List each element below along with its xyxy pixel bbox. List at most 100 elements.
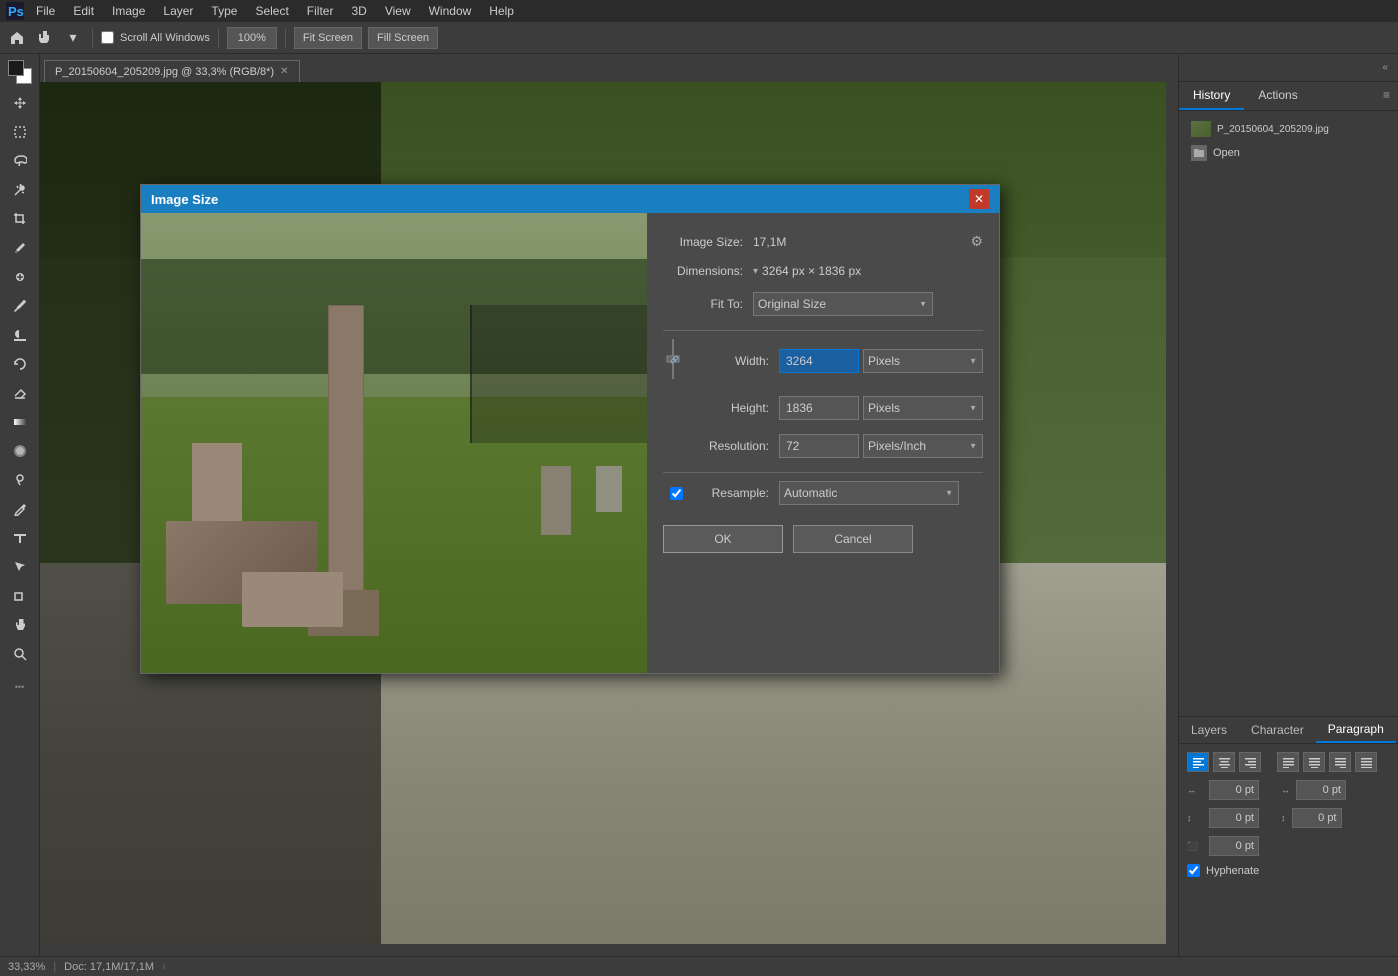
hyphenate-checkbox[interactable] [1187,864,1200,877]
lasso-tool[interactable] [6,147,34,175]
blur-tool[interactable] [6,437,34,465]
dialog-titlebar: Image Size ✕ [141,185,999,213]
link-icon: 🔗 [663,339,683,379]
height-unit-select[interactable]: Pixels Inches Centimeters [863,396,983,420]
tab-actions[interactable]: Actions [1244,82,1311,110]
separator-1 [663,330,983,331]
history-open-entry[interactable]: Open [1185,141,1392,165]
dimensions-label: Dimensions: [663,264,753,278]
crop-tool[interactable] [6,205,34,233]
height-input[interactable] [779,396,859,420]
resolution-unit-select[interactable]: Pixels/Inch Pixels/Centimeter [863,434,983,458]
menu-filter[interactable]: Filter [299,2,342,20]
home-icon[interactable] [6,27,28,49]
menu-file[interactable]: File [28,2,63,20]
zoom-input[interactable] [227,27,277,49]
dialog-footer: OK Cancel [663,525,983,553]
status-sep: | [53,961,56,973]
fit-to-select[interactable]: Original Size View Custom [753,292,933,316]
ok-button[interactable]: OK [663,525,783,553]
tool-options-arrow[interactable]: ▾ [62,27,84,49]
align-center-btn[interactable] [1213,752,1235,772]
history-panel-content: P_20150604_205209.jpg Open [1179,111,1398,716]
menu-layer[interactable]: Layer [155,2,201,20]
menu-window[interactable]: Window [421,2,480,20]
path-select-tool[interactable] [6,553,34,581]
settings-gear-icon[interactable]: ⚙ [970,233,983,250]
dodge-tool[interactable] [6,466,34,494]
ground-stones-2 [242,572,343,627]
stone-right-2 [596,466,621,512]
menu-image[interactable]: Image [104,2,153,20]
menu-select[interactable]: Select [247,2,296,20]
space-before-input[interactable] [1209,808,1259,828]
indent-right-input[interactable] [1296,780,1346,800]
move-tool[interactable] [6,89,34,117]
status-doc-info: Doc: 17,1M/17,1M [64,961,154,973]
healing-tool[interactable] [6,263,34,291]
tab-character[interactable]: Character [1239,718,1316,742]
canvas-tab-close[interactable]: ✕ [280,66,288,77]
tab-paragraph[interactable]: Paragraph [1316,717,1396,743]
brush-tool[interactable] [6,292,34,320]
history-panel-menu[interactable]: ≡ [1375,82,1398,110]
history-filename: P_20150604_205209.jpg [1217,124,1329,135]
history-brush-tool[interactable] [6,350,34,378]
justify-all-btn[interactable] [1355,752,1377,772]
dimensions-arrow[interactable]: ▾ [753,266,758,277]
stamp-tool[interactable] [6,321,34,349]
resolution-input[interactable] [779,434,859,458]
menu-type[interactable]: Type [203,2,245,20]
scrollbar-vertical[interactable] [1166,82,1178,956]
hyphenate-row: Hyphenate [1187,864,1390,877]
align-right-btn[interactable] [1239,752,1261,772]
zoom-tool[interactable] [6,640,34,668]
cancel-button[interactable]: Cancel [793,525,913,553]
text-tool[interactable] [6,524,34,552]
gradient-tool[interactable] [6,408,34,436]
align-left-btn[interactable] [1187,752,1209,772]
justify-right-btn[interactable] [1329,752,1351,772]
dialog-close-button[interactable]: ✕ [969,189,989,209]
menu-edit[interactable]: Edit [65,2,102,20]
indent-left-icon: ↔ [1187,785,1203,795]
magic-wand-tool[interactable] [6,176,34,204]
panel-collapse-left[interactable]: « [1378,60,1392,75]
width-unit-select[interactable]: Pixels Inches Centimeters [863,349,983,373]
background-fence [470,305,647,443]
height-row: Height: Pixels Inches Centimeters [663,396,983,420]
justify-left-btn[interactable] [1277,752,1299,772]
menu-help[interactable]: Help [481,2,522,20]
canvas-tab-main[interactable]: P_20150604_205209.jpg @ 33,3% (RGB/8*) ✕ [44,60,300,82]
eraser-tool[interactable] [6,379,34,407]
history-file-entry: P_20150604_205209.jpg [1185,117,1392,141]
fit-screen-button[interactable]: Fit Screen [294,27,362,49]
eyedropper-tool[interactable] [6,234,34,262]
scroll-all-checkbox[interactable] [101,31,114,44]
width-input[interactable] [779,349,859,373]
status-sep2: › [162,961,166,973]
canvas-area: P_20150604_205209.jpg @ 33,3% (RGB/8*) ✕ [40,54,1178,956]
hand-tool-icon[interactable] [34,27,56,49]
indent-left-input[interactable] [1209,780,1259,800]
scrollbar-horizontal[interactable] [40,944,1166,956]
first-line-input[interactable] [1209,836,1259,856]
tab-history[interactable]: History [1179,82,1244,110]
justify-center-btn[interactable] [1303,752,1325,772]
resample-checkbox[interactable] [670,487,683,500]
resample-checkbox-wrapper [663,487,689,500]
resample-select[interactable]: Automatic Preserve Details Bicubic Smoot… [779,481,959,505]
menu-view[interactable]: View [377,2,419,20]
shape-tool[interactable] [6,582,34,610]
menu-3d[interactable]: 3D [343,2,374,20]
color-swatches[interactable] [6,58,34,86]
dialog-title: Image Size [151,192,218,207]
fill-screen-button[interactable]: Fill Screen [368,27,438,49]
dimensions-row: Dimensions: ▾ 3264 px × 1836 px [663,264,983,278]
image-size-value: 17,1M [753,235,786,249]
marquee-tool[interactable] [6,118,34,146]
pen-tool[interactable] [6,495,34,523]
tab-layers[interactable]: Layers [1179,718,1239,742]
hand-tool[interactable] [6,611,34,639]
space-after-input[interactable] [1292,808,1342,828]
